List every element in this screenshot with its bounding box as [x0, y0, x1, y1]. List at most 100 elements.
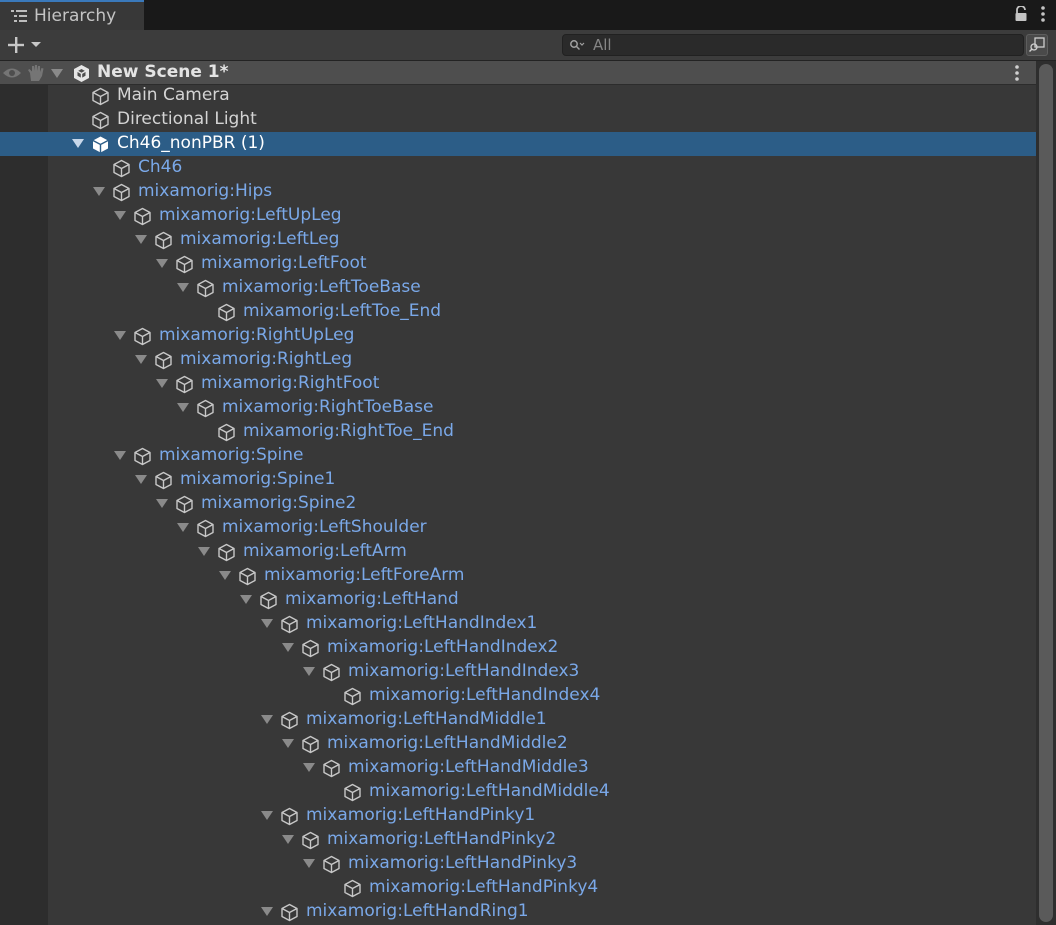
tree-row[interactable]: mixamorig:LeftHandIndex4: [0, 684, 1036, 708]
tree-row[interactable]: Directional Light: [0, 108, 1036, 132]
tree-row[interactable]: mixamorig:LeftHandIndex1: [0, 612, 1036, 636]
lock-icon[interactable]: [1014, 6, 1028, 22]
tree-row[interactable]: mixamorig:LeftUpLeg: [0, 204, 1036, 228]
expand-arrow[interactable]: [177, 283, 189, 292]
tree-row-label: mixamorig:RightUpLeg: [159, 325, 355, 345]
expand-arrow[interactable]: [177, 523, 189, 532]
scene-menu-icon[interactable]: [1010, 64, 1024, 82]
prefab-child-icon: [281, 615, 298, 634]
scene-visibility-button[interactable]: [1026, 34, 1048, 56]
expand-arrow[interactable]: [114, 331, 126, 340]
pickable-hand-icon[interactable]: [26, 64, 46, 82]
tree-row-label: mixamorig:Hips: [138, 181, 273, 201]
prefab-child-icon: [323, 663, 340, 682]
tree-row[interactable]: mixamorig:LeftHandRing1: [0, 900, 1036, 924]
expand-arrow[interactable]: [240, 595, 252, 604]
prefab-child-icon: [323, 855, 340, 874]
scene-expand-arrow[interactable]: [51, 69, 63, 78]
prefab-child-icon: [281, 903, 298, 922]
expand-arrow[interactable]: [282, 739, 294, 748]
tree-row[interactable]: mixamorig:LeftToe_End: [0, 300, 1036, 324]
create-button[interactable]: [6, 34, 48, 56]
search-input[interactable]: [591, 35, 995, 55]
prefab-child-icon: [218, 303, 235, 322]
tree-row[interactable]: mixamorig:LeftHandPinky2: [0, 828, 1036, 852]
tree-row[interactable]: mixamorig:Spine1: [0, 468, 1036, 492]
gameobject-icon: [92, 87, 109, 106]
tree-row[interactable]: mixamorig:LeftHandMiddle4: [0, 780, 1036, 804]
scene-header[interactable]: New Scene 1*: [0, 61, 1036, 85]
tree-row[interactable]: mixamorig:LeftHandIndex2: [0, 636, 1036, 660]
scene-name: New Scene 1*: [97, 62, 229, 82]
prefab-child-icon: [344, 687, 361, 706]
tree-row[interactable]: mixamorig:Spine: [0, 444, 1036, 468]
tree-row[interactable]: mixamorig:LeftShoulder: [0, 516, 1036, 540]
tree-row[interactable]: mixamorig:LeftHandPinky4: [0, 876, 1036, 900]
tree-row[interactable]: mixamorig:LeftHandMiddle2: [0, 732, 1036, 756]
expand-arrow[interactable]: [261, 715, 273, 724]
tree-row-label: mixamorig:RightFoot: [201, 373, 380, 393]
tree-row[interactable]: Ch46_nonPBR (1): [0, 132, 1036, 156]
prefab-icon: [92, 136, 109, 153]
tree-row[interactable]: mixamorig:LeftHandIndex3: [0, 660, 1036, 684]
tree-row[interactable]: mixamorig:LeftHandMiddle1: [0, 708, 1036, 732]
expand-arrow[interactable]: [303, 763, 315, 772]
prefab-child-icon: [197, 279, 214, 298]
tree-row[interactable]: Ch46: [0, 156, 1036, 180]
tree-row[interactable]: mixamorig:LeftHand: [0, 588, 1036, 612]
tree-row-label: mixamorig:LeftHandIndex4: [369, 685, 601, 705]
tree-row-label: mixamorig:LeftLeg: [180, 229, 340, 249]
expand-arrow[interactable]: [93, 187, 105, 196]
expand-arrow[interactable]: [282, 835, 294, 844]
tree-row[interactable]: mixamorig:Spine2: [0, 492, 1036, 516]
prefab-child-icon: [134, 327, 151, 346]
tree-row-label: mixamorig:Spine1: [180, 469, 336, 489]
expand-arrow[interactable]: [114, 451, 126, 460]
scrollbar-thumb[interactable]: [1039, 64, 1053, 922]
tree-row[interactable]: mixamorig:RightToeBase: [0, 396, 1036, 420]
tab-label: Hierarchy: [34, 6, 117, 26]
tree-row[interactable]: mixamorig:RightLeg: [0, 348, 1036, 372]
expand-arrow[interactable]: [177, 403, 189, 412]
tree-row[interactable]: mixamorig:RightToe_End: [0, 420, 1036, 444]
tab-bar: Hierarchy: [0, 0, 1056, 30]
search-field[interactable]: [562, 34, 1024, 56]
expand-arrow[interactable]: [261, 907, 273, 916]
prefab-child-icon: [176, 375, 193, 394]
expand-arrow[interactable]: [135, 355, 147, 364]
tree-row[interactable]: mixamorig:Hips: [0, 180, 1036, 204]
expand-arrow[interactable]: [261, 619, 273, 628]
eye-icon[interactable]: [2, 66, 22, 80]
tree-row[interactable]: mixamorig:RightFoot: [0, 372, 1036, 396]
tab-menu-icon[interactable]: [1040, 5, 1046, 23]
expand-arrow[interactable]: [282, 643, 294, 652]
chevron-down-icon: [31, 42, 41, 47]
expand-arrow[interactable]: [72, 139, 84, 148]
expand-arrow[interactable]: [135, 235, 147, 244]
expand-arrow[interactable]: [156, 259, 168, 268]
tab-hierarchy[interactable]: Hierarchy: [0, 0, 144, 30]
prefab-child-icon: [155, 471, 172, 490]
expand-arrow[interactable]: [156, 379, 168, 388]
tree-row[interactable]: mixamorig:LeftHandPinky3: [0, 852, 1036, 876]
expand-arrow[interactable]: [135, 475, 147, 484]
expand-arrow[interactable]: [156, 499, 168, 508]
expand-arrow[interactable]: [303, 859, 315, 868]
tree-row-label: mixamorig:LeftHandPinky4: [369, 877, 599, 897]
tree-row[interactable]: mixamorig:LeftForeArm: [0, 564, 1036, 588]
expand-arrow[interactable]: [114, 211, 126, 220]
expand-arrow[interactable]: [261, 811, 273, 820]
unity-scene-icon: [74, 65, 89, 82]
tree-row[interactable]: Main Camera: [0, 84, 1036, 108]
tree-row[interactable]: mixamorig:LeftHandPinky1: [0, 804, 1036, 828]
tree-row[interactable]: mixamorig:LeftFoot: [0, 252, 1036, 276]
tree-row[interactable]: mixamorig:LeftLeg: [0, 228, 1036, 252]
expand-arrow[interactable]: [303, 667, 315, 676]
tree-row[interactable]: mixamorig:LeftToeBase: [0, 276, 1036, 300]
tree-row[interactable]: mixamorig:RightUpLeg: [0, 324, 1036, 348]
prefab-child-icon: [134, 207, 151, 226]
tree-row[interactable]: mixamorig:LeftHandMiddle3: [0, 756, 1036, 780]
expand-arrow[interactable]: [219, 571, 231, 580]
tree-row[interactable]: mixamorig:LeftArm: [0, 540, 1036, 564]
expand-arrow[interactable]: [198, 547, 210, 556]
